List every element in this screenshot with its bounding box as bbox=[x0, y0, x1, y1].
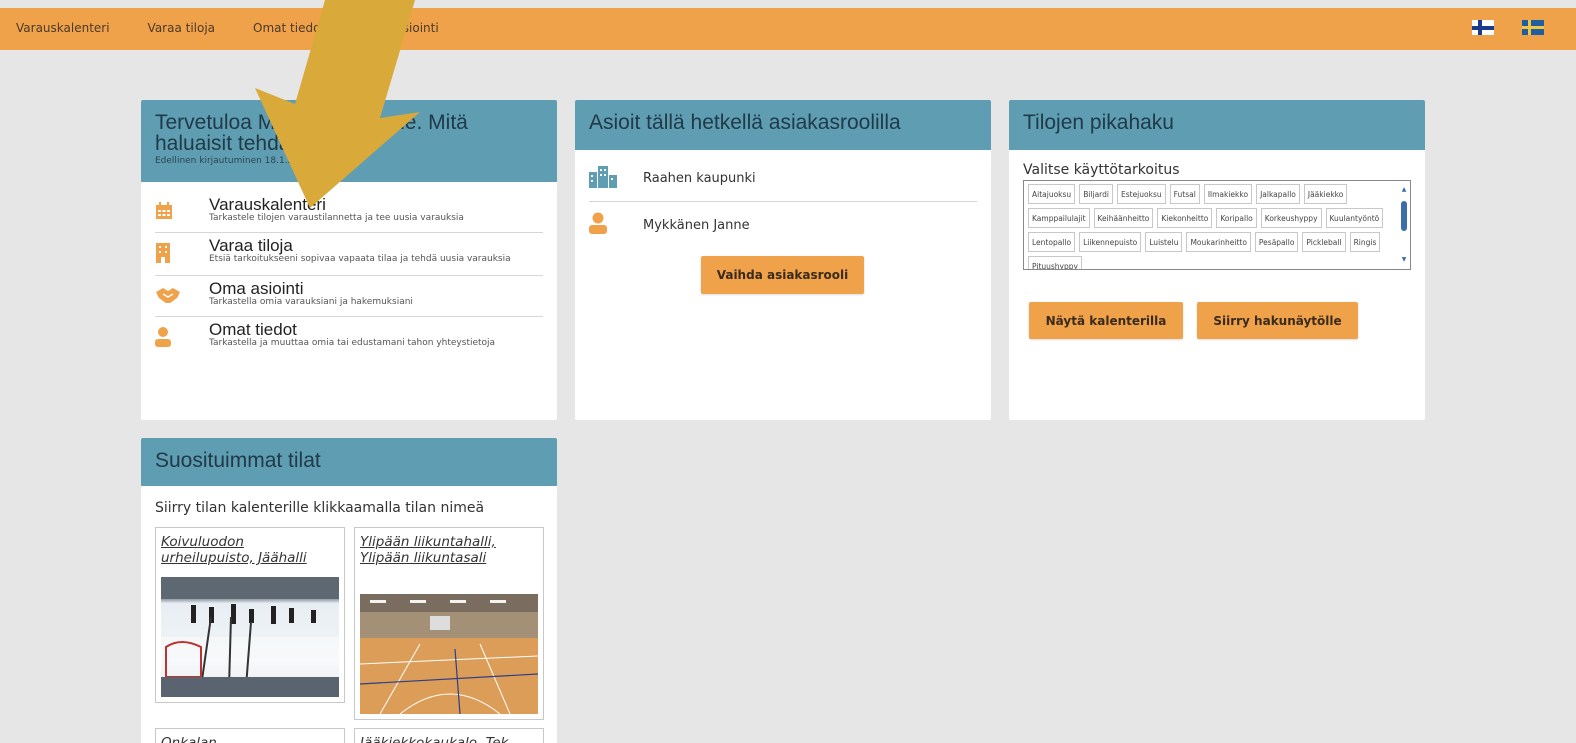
purpose-tag[interactable]: Pesäpallo bbox=[1254, 232, 1299, 252]
go-search-button[interactable]: Siirry hakunäytölle bbox=[1197, 302, 1358, 339]
user-icon bbox=[589, 212, 643, 238]
handshake-icon bbox=[155, 280, 209, 308]
purpose-tag[interactable]: Koripallo bbox=[1216, 208, 1257, 228]
purpose-tag[interactable]: Keihäänheitto bbox=[1093, 208, 1154, 228]
purpose-tag[interactable]: Kuulantyöntö bbox=[1325, 208, 1384, 228]
menu-item-title: Omat tiedot bbox=[209, 320, 297, 339]
purpose-tag[interactable]: Biljardi bbox=[1079, 184, 1113, 204]
purpose-tag[interactable]: Pickleball bbox=[1302, 232, 1346, 252]
top-nav-menu: Varauskalenteri Varaa tiloja Omat tiedot… bbox=[16, 21, 439, 35]
purpose-label: Valitse käyttötarkoitus bbox=[1023, 162, 1180, 178]
quick-menu-list: Varauskalenteri Tarkastele tilojen varau… bbox=[141, 182, 557, 359]
purpose-tag[interactable]: Liikennepuisto bbox=[1079, 232, 1142, 252]
purpose-tag[interactable]: Lentopallo bbox=[1028, 232, 1076, 252]
city-icon bbox=[589, 165, 643, 192]
purpose-tag[interactable]: Jalkapallo bbox=[1256, 184, 1300, 204]
space-tile: Ylipään liikuntahalli, Ylipään liikuntas… bbox=[354, 527, 544, 720]
role-card-header: Asioit tällä hetkellä asiakasroolilla bbox=[575, 100, 991, 150]
purpose-tag[interactable]: Jääkiekko bbox=[1303, 184, 1348, 204]
scroll-down-icon[interactable]: ▼ bbox=[1400, 257, 1408, 263]
purpose-tag[interactable]: Moukarinheitto bbox=[1186, 232, 1251, 252]
space-link[interactable]: Koivuluodon urheilupuisto, Jäähalli bbox=[161, 534, 339, 566]
space-tile: Jääkiekkokaukalo, Tek bbox=[354, 728, 544, 743]
building-icon bbox=[155, 237, 209, 267]
search-title: Tilojen pikahaku bbox=[1023, 111, 1174, 134]
scroll-up-icon[interactable]: ▲ bbox=[1400, 187, 1408, 193]
menu-item-title: Varauskalenteri bbox=[209, 195, 326, 214]
menu-item-omat-tiedot[interactable]: Omat tiedot Tarkastella ja muuttaa omia … bbox=[155, 317, 543, 359]
menu-item-desc: Tarkastella omia varauksiani ja hakemuks… bbox=[209, 297, 413, 307]
ice-rink-image[interactable] bbox=[161, 577, 339, 697]
last-login-text: Edellinen kirjautuminen 18.1.2023 klo 15… bbox=[155, 156, 356, 166]
quick-search-card: Tilojen pikahaku Valitse käyttötarkoitus… bbox=[1009, 100, 1425, 420]
space-tile: Koivuluodon urheilupuisto, Jäähalli bbox=[155, 527, 345, 703]
space-link[interactable]: Ylipään liikuntahalli, Ylipään liikuntas… bbox=[360, 534, 538, 566]
role-label: Raahen kaupunki bbox=[643, 171, 756, 186]
gym-hall-image[interactable] bbox=[360, 594, 538, 714]
popular-card-header: Suosituimmat tilat bbox=[141, 438, 557, 486]
purpose-tag-list: Aitajuoksu Biljardi Estejuoksu Futsal Ilmaki… bbox=[1024, 181, 1410, 269]
nav-varauskalenteri[interactable]: Varauskalenteri bbox=[16, 21, 110, 35]
menu-item-title: Varaa tiloja bbox=[209, 236, 293, 255]
purpose-tag[interactable]: Ringis bbox=[1349, 232, 1381, 252]
purpose-tag[interactable]: Kiekonheitto bbox=[1157, 208, 1213, 228]
welcome-card-header: Tervetuloa Mykkänen Janne. Mitä haluaisi… bbox=[141, 100, 557, 182]
purpose-tag[interactable]: Kamppailulajit bbox=[1028, 208, 1090, 228]
purpose-scrollbar[interactable]: ▲ ▼ bbox=[1400, 183, 1408, 267]
role-label: Mykkänen Janne bbox=[643, 217, 750, 233]
scroll-thumb[interactable] bbox=[1401, 201, 1407, 231]
user-icon bbox=[155, 321, 209, 351]
purpose-tag[interactable]: Korkeushyppy bbox=[1260, 208, 1322, 228]
nav-omat-tiedot[interactable]: Omat tiedot bbox=[253, 21, 325, 35]
welcome-title: Tervetuloa Mykkänen Janne. Mitä haluaisi… bbox=[155, 111, 468, 155]
space-link[interactable]: Onkalan bbox=[161, 735, 339, 743]
menu-item-desc: Tarkastele tilojen varaustilannetta ja t… bbox=[209, 213, 464, 223]
customer-role-card: Asioit tällä hetkellä asiakasroolilla Ra… bbox=[575, 100, 991, 420]
nav-oma-asiointi[interactable]: Oma asiointi bbox=[363, 21, 439, 35]
purpose-tag[interactable]: Aitajuoksu bbox=[1028, 184, 1076, 204]
search-card-header: Tilojen pikahaku bbox=[1009, 100, 1425, 150]
role-item-person: Mykkänen Janne bbox=[589, 202, 977, 248]
purpose-multiselect[interactable]: Aitajuoksu Biljardi Estejuoksu Futsal Ilmaki… bbox=[1023, 180, 1411, 270]
language-switcher bbox=[1472, 20, 1544, 35]
menu-item-varauskalenteri[interactable]: Varauskalenteri Tarkastele tilojen varau… bbox=[155, 192, 543, 233]
purpose-tag[interactable]: Futsal bbox=[1169, 184, 1200, 204]
purpose-tag[interactable]: Ilmakiekko bbox=[1203, 184, 1253, 204]
role-list: Raahen kaupunki Mykkänen Janne bbox=[575, 150, 991, 248]
popular-spaces-card: Suosituimmat tilat Siirry tilan kalenter… bbox=[141, 438, 557, 743]
role-item-organization: Raahen kaupunki bbox=[589, 156, 977, 202]
space-tile: Onkalan bbox=[155, 728, 345, 743]
menu-item-desc: Etsiä tarkoitukseeni sopivaa vapaata til… bbox=[209, 254, 511, 264]
role-title: Asioit tällä hetkellä asiakasroolilla bbox=[589, 111, 901, 134]
show-calendar-button[interactable]: Näytä kalenterilla bbox=[1029, 302, 1183, 339]
menu-item-title: Oma asiointi bbox=[209, 279, 304, 298]
purpose-tag[interactable]: Luistelu bbox=[1145, 232, 1183, 252]
fi-flag-icon[interactable] bbox=[1472, 20, 1494, 35]
sv-flag-icon[interactable] bbox=[1522, 20, 1544, 35]
space-link[interactable]: Jääkiekkokaukalo, Tek bbox=[360, 735, 538, 743]
welcome-card: Tervetuloa Mykkänen Janne. Mitä haluaisi… bbox=[141, 100, 557, 420]
popular-title: Suosituimmat tilat bbox=[155, 449, 321, 472]
popular-hint: Siirry tilan kalenterille klikkaamalla t… bbox=[155, 500, 485, 516]
nav-varaa-tiloja[interactable]: Varaa tiloja bbox=[148, 21, 216, 35]
menu-item-varaa-tiloja[interactable]: Varaa tiloja Etsiä tarkoitukseeni sopiva… bbox=[155, 233, 543, 276]
change-role-button[interactable]: Vaihda asiakasrooli bbox=[701, 256, 864, 294]
top-navigation-bar: Varauskalenteri Varaa tiloja Omat tiedot… bbox=[0, 8, 1576, 50]
calendar-icon bbox=[155, 196, 209, 224]
purpose-tag[interactable]: Pituushyppy bbox=[1028, 256, 1082, 269]
purpose-tag[interactable]: Estejuoksu bbox=[1116, 184, 1166, 204]
menu-item-oma-asiointi[interactable]: Oma asiointi Tarkastella omia varauksian… bbox=[155, 276, 543, 317]
menu-item-desc: Tarkastella ja muuttaa omia tai edustama… bbox=[209, 338, 496, 348]
